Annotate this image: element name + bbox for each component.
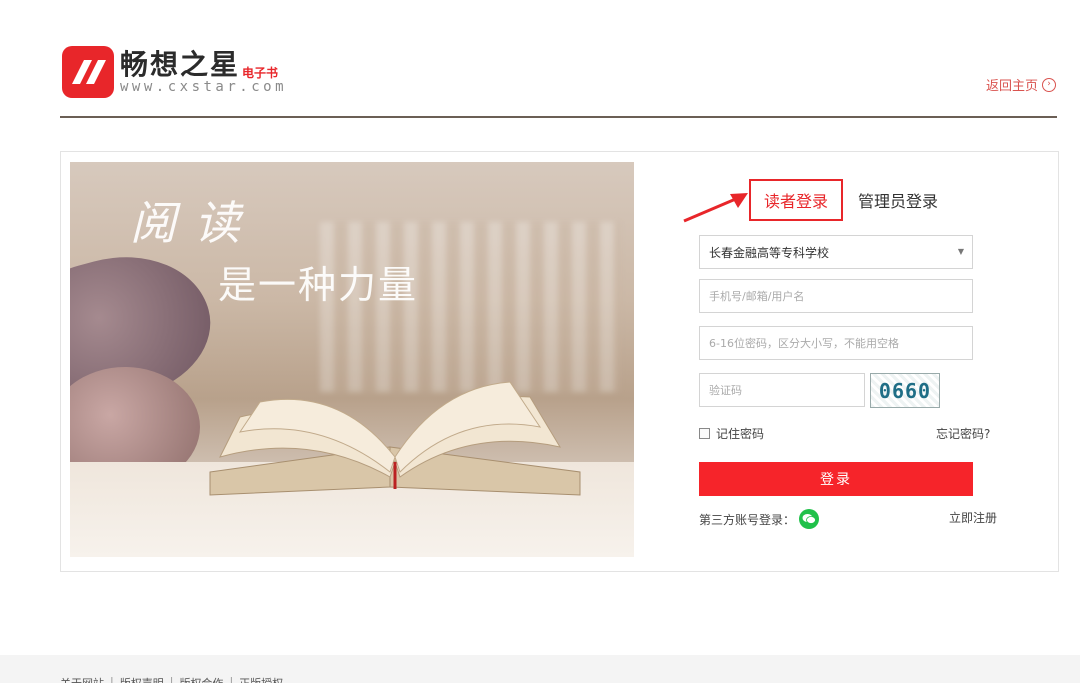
checkbox-icon[interactable] — [699, 428, 710, 439]
captcha-placeholder: 验证码 — [709, 384, 742, 397]
tab-admin-login[interactable]: 管理员登录 — [858, 188, 938, 212]
third-party-login: 第三方账号登录： — [699, 509, 820, 529]
hero-title: 阅读 — [130, 196, 258, 250]
hero-image: 阅读 是一种力量 — [70, 162, 634, 557]
footer-link-copyright[interactable]: 版权声明 — [120, 675, 164, 683]
footer-separator: | — [169, 675, 174, 683]
register-link[interactable]: 立即注册 — [949, 509, 997, 526]
logo-mark-icon — [62, 46, 114, 98]
remember-password-label: 记住密码 — [716, 427, 765, 441]
footer-link-about[interactable]: 关于网站 — [60, 675, 104, 683]
login-button[interactable]: 登录 — [699, 462, 973, 496]
logo-brand-name: 畅想之星 — [120, 48, 241, 81]
captcha-input[interactable]: 验证码 — [699, 373, 865, 407]
site-logo[interactable]: 畅想之星 电子书 www.cxstar.com — [62, 45, 287, 99]
open-book-illustration — [209, 381, 581, 496]
login-panel: 阅读 是一种力量 — [60, 151, 1059, 572]
username-input[interactable]: 手机号/邮箱/用户名 — [699, 279, 973, 313]
remember-password-checkbox[interactable]: 记住密码 — [699, 425, 764, 442]
arrow-annotation-icon — [683, 193, 748, 223]
forgot-password-link[interactable]: 忘记密码? — [936, 425, 990, 442]
footer-link-authorization[interactable]: 正版授权 — [239, 675, 283, 683]
institution-select[interactable]: 长春金融高等专科学校 ▼ — [699, 235, 973, 269]
footer-separator: | — [110, 675, 114, 683]
captcha-image[interactable]: 0660 — [870, 373, 940, 408]
footer: 关于网站 | 版权声明 | 版权合作 | 正版授权 — [0, 655, 1080, 683]
third-party-login-label: 第三方账号登录： — [699, 512, 796, 527]
chevron-down-icon: ▼ — [957, 247, 964, 256]
logo-url: www.cxstar.com — [120, 79, 288, 95]
institution-select-value: 长春金融高等专科学校 — [709, 245, 830, 260]
footer-link-cooperation[interactable]: 版权合作 — [179, 675, 223, 683]
header-divider — [60, 116, 1057, 118]
tab-reader-login[interactable]: 读者登录 — [749, 179, 843, 221]
arrow-right-circle-icon: › — [1042, 77, 1056, 92]
home-link[interactable]: 返回主页 › — [986, 75, 1056, 94]
username-placeholder: 手机号/邮箱/用户名 — [709, 290, 805, 303]
logo-badge: 电子书 — [242, 66, 279, 80]
footer-links: 关于网站 | 版权声明 | 版权合作 | 正版授权 — [60, 675, 283, 683]
password-placeholder: 6-16位密码，区分大小写，不能用空格 — [709, 337, 899, 350]
password-input[interactable]: 6-16位密码，区分大小写，不能用空格 — [699, 326, 973, 360]
logo-text: 畅想之星 电子书 www.cxstar.com — [120, 48, 288, 95]
footer-separator: | — [229, 675, 234, 683]
hero-subtitle: 是一种力量 — [218, 265, 419, 307]
home-link-label: 返回主页 — [985, 79, 1038, 94]
wechat-icon[interactable] — [799, 509, 820, 529]
